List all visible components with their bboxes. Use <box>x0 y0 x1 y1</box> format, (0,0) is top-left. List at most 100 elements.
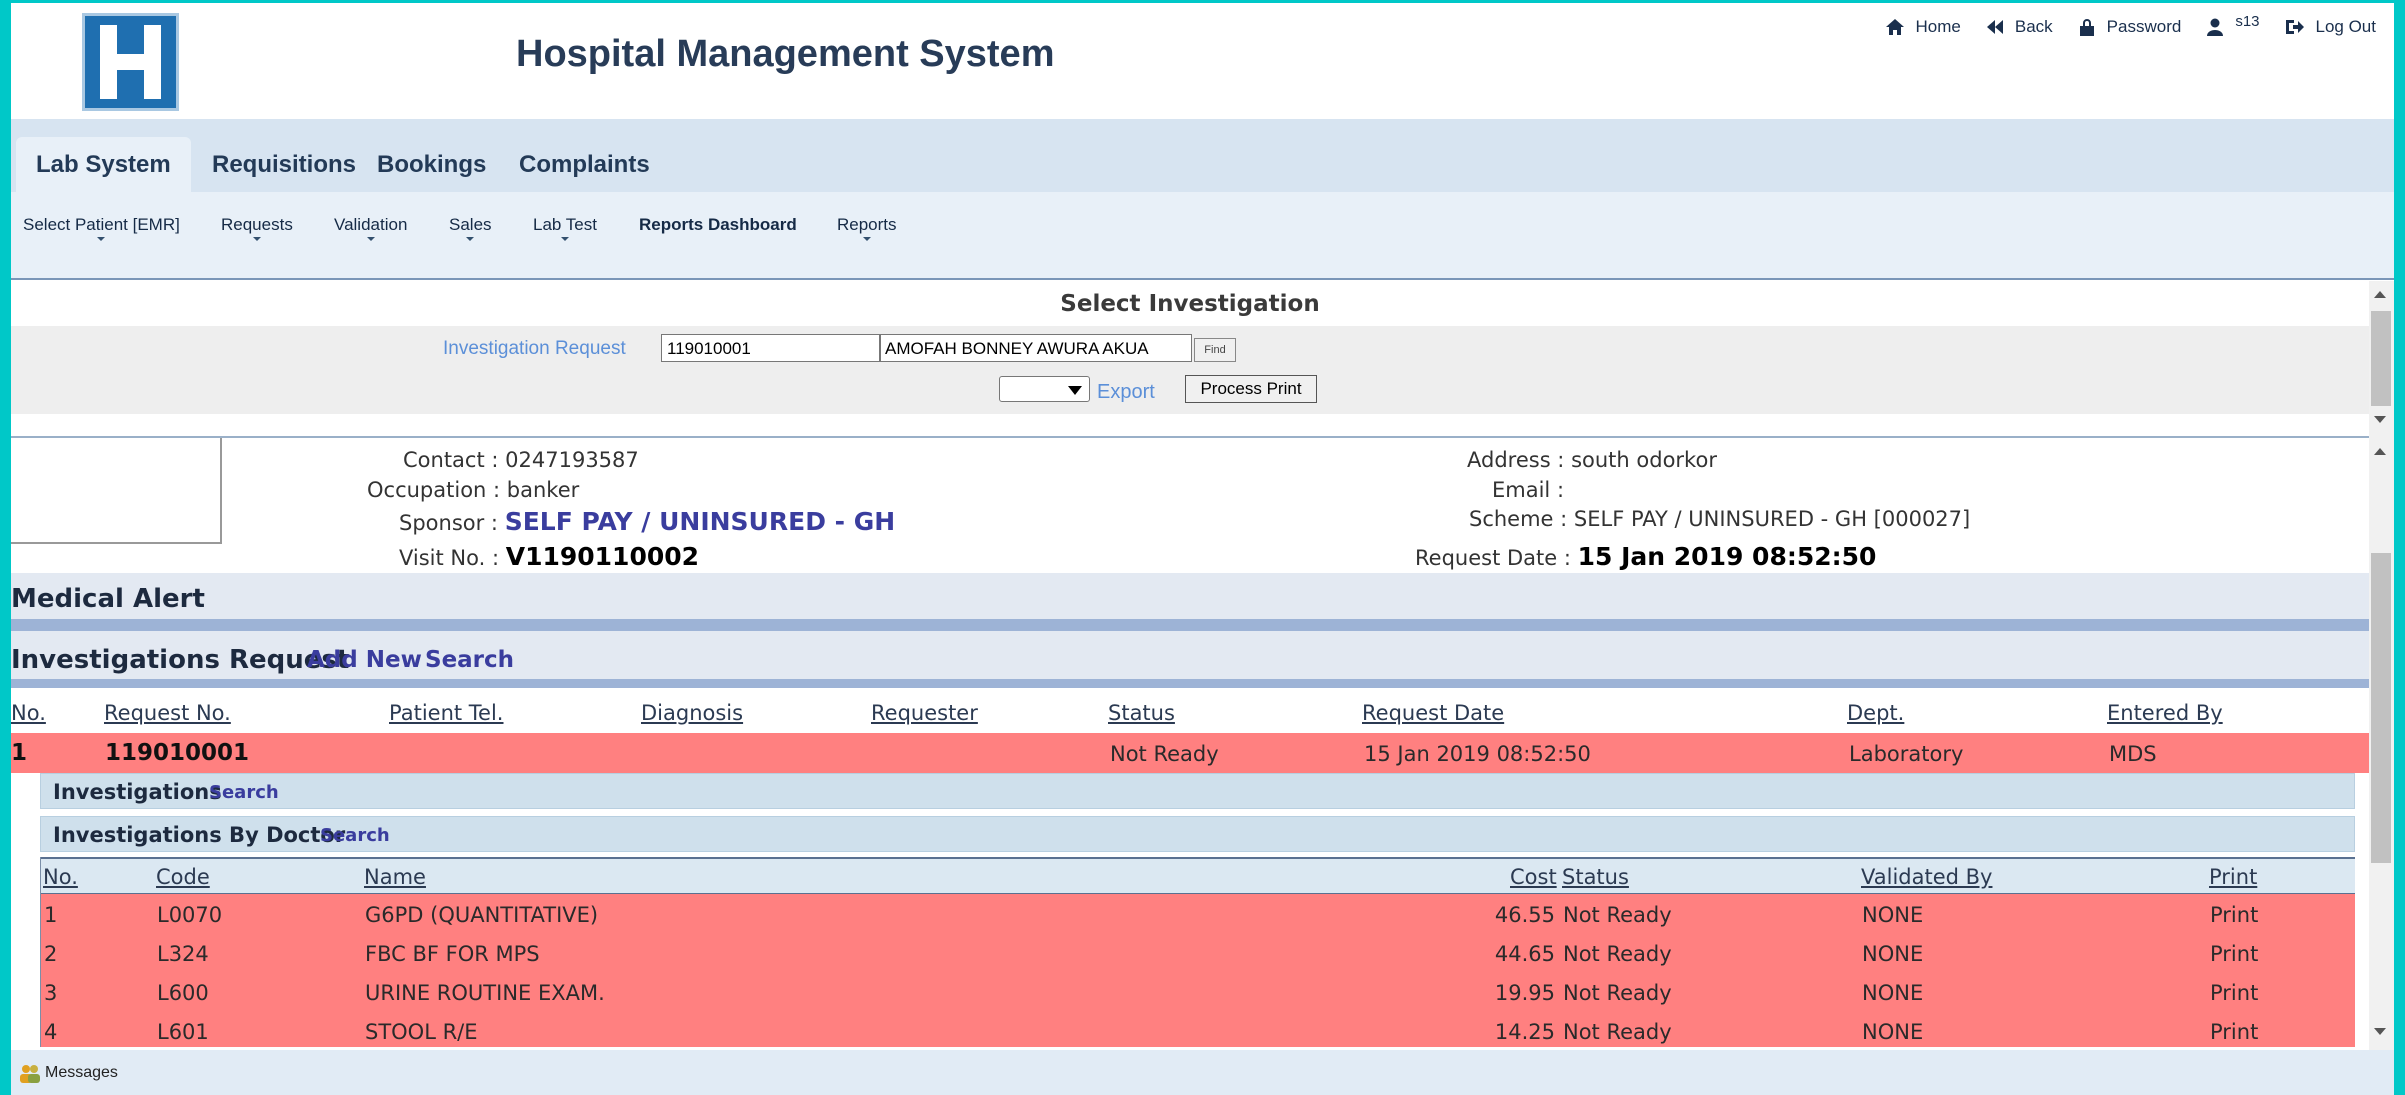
table-row[interactable]: 1 L0070 G6PD (QUANTITATIVE) 46.55 Not Re… <box>41 894 2355 933</box>
contact-field: Contact : 0247193587 <box>403 448 639 472</box>
logout-label: Log Out <box>2315 17 2377 36</box>
logout-link[interactable]: Log Out <box>2285 17 2377 37</box>
user-menu[interactable]: s13 <box>2207 13 2260 36</box>
cell-code: L324 <box>157 942 209 966</box>
export-select[interactable] <box>999 376 1090 402</box>
cell-no: 1 <box>11 740 28 766</box>
cell-status: Not Ready <box>1563 903 1672 927</box>
messages-button[interactable]: Messages <box>19 1063 118 1083</box>
main-tab-bar: Lab System Requisitions Bookings Complai… <box>11 119 2394 192</box>
user-icon <box>2207 18 2224 36</box>
tab-requisitions[interactable]: Requisitions <box>192 137 376 192</box>
subtab-lab-test[interactable]: Lab Test <box>533 215 597 241</box>
tab-lab-system[interactable]: Lab System <box>16 137 191 192</box>
print-link[interactable]: Print <box>2210 903 2258 927</box>
column-header-status[interactable]: Status <box>1562 865 1629 889</box>
subtab-select-patient[interactable]: Select Patient [EMR] <box>23 215 180 241</box>
sponsor-field: Sponsor : SELF PAY / UNINSURED - GH <box>399 507 895 536</box>
subtab-label: Sales <box>449 215 492 234</box>
chevron-down-icon <box>252 237 261 241</box>
password-label: Password <box>2106 17 2182 36</box>
column-header-entered-by[interactable]: Entered By <box>2107 701 2223 725</box>
subtab-sales[interactable]: Sales <box>449 215 492 241</box>
find-button[interactable]: Find <box>1194 338 1236 362</box>
process-print-button[interactable]: Process Print <box>1185 375 1317 403</box>
export-row: Export Process Print <box>11 370 2369 414</box>
search-link[interactable]: Search <box>425 647 514 673</box>
top-scrollbar[interactable] <box>2369 281 2394 436</box>
scroll-up-icon[interactable] <box>2374 448 2386 455</box>
address-label: Address : <box>1467 448 1565 472</box>
investigations-by-doctor-title: Investigations By Doctor <box>53 823 346 847</box>
patient-photo <box>11 438 222 544</box>
investigations-by-doctor-search-link[interactable]: Search <box>320 825 390 846</box>
column-header-no[interactable]: No. <box>11 701 46 725</box>
back-icon <box>1986 20 2003 34</box>
column-header-validated-by[interactable]: Validated By <box>1861 865 1992 889</box>
scroll-up-icon[interactable] <box>2374 291 2386 298</box>
column-header-request-no[interactable]: Request No. <box>104 701 231 725</box>
header: Hospital Management System Home Back Pas… <box>11 3 2394 119</box>
back-link[interactable]: Back <box>1986 17 2053 37</box>
request-date-field: Request Date : 15 Jan 2019 08:52:50 <box>1415 542 1876 571</box>
print-link[interactable]: Print <box>2210 981 2258 1005</box>
home-link[interactable]: Home <box>1885 17 1961 37</box>
column-header-dept[interactable]: Dept. <box>1847 701 1904 725</box>
column-header-requester[interactable]: Requester <box>871 701 978 725</box>
tab-bookings[interactable]: Bookings <box>357 137 506 192</box>
cell-name: G6PD (QUANTITATIVE) <box>365 903 599 927</box>
back-label: Back <box>2014 17 2053 36</box>
scroll-down-icon[interactable] <box>2374 1028 2386 1035</box>
scrollbar-thumb[interactable] <box>2371 311 2391 406</box>
subtab-label: Lab Test <box>533 215 597 234</box>
password-link[interactable]: Password <box>2079 17 2182 37</box>
table-row[interactable]: 2 L324 FBC BF FOR MPS 44.65 Not Ready NO… <box>41 933 2355 972</box>
investigations-by-doctor-header: Investigations By Doctor Search <box>40 816 2355 852</box>
table-row[interactable]: 3 L600 URINE ROUTINE EXAM. 19.95 Not Rea… <box>41 972 2355 1011</box>
messages-label: Messages <box>45 1064 118 1081</box>
cell-request-no[interactable]: 119010001 <box>105 740 249 766</box>
subtab-reports[interactable]: Reports <box>837 215 897 241</box>
subtab-label: Select Patient [EMR] <box>23 215 180 234</box>
chevron-down-icon <box>366 237 375 241</box>
subtab-requests[interactable]: Requests <box>221 215 293 241</box>
cell-request-date: 15 Jan 2019 08:52:50 <box>1364 742 1591 766</box>
investigations-search-link[interactable]: Search <box>209 782 279 803</box>
column-header-patient-tel[interactable]: Patient Tel. <box>389 701 504 725</box>
cell-code: L600 <box>157 981 209 1005</box>
print-link[interactable]: Print <box>2210 942 2258 966</box>
sponsor-label: Sponsor : <box>399 511 498 535</box>
cell-cost: 46.55 <box>1494 903 1555 927</box>
cell-validated-by: NONE <box>1862 981 1924 1005</box>
scroll-down-icon[interactable] <box>2374 416 2386 423</box>
column-header-request-date[interactable]: Request Date <box>1362 701 1504 725</box>
column-header-code[interactable]: Code <box>156 865 210 889</box>
column-header-no[interactable]: No. <box>43 865 78 889</box>
scrollbar-thumb[interactable] <box>2371 553 2391 863</box>
patient-name-input[interactable]: AMOFAH BONNEY AWURA AKUA <box>880 334 1192 362</box>
print-link[interactable]: Print <box>2210 1020 2258 1044</box>
subtab-reports-dashboard[interactable]: Reports Dashboard <box>639 215 797 235</box>
subtab-label: Reports Dashboard <box>639 215 797 234</box>
username: s13 <box>2235 12 2260 30</box>
add-new-link[interactable]: Add New <box>307 647 422 673</box>
column-header-status[interactable]: Status <box>1108 701 1175 725</box>
column-header-print[interactable]: Print <box>2209 865 2257 889</box>
column-header-cost[interactable]: Cost <box>1510 865 1557 889</box>
hospital-logo[interactable] <box>82 13 179 111</box>
table-row[interactable]: 1 119010001 Not Ready 15 Jan 2019 08:52:… <box>11 733 2369 773</box>
contact-value: 0247193587 <box>505 448 639 472</box>
tab-complaints[interactable]: Complaints <box>499 137 670 192</box>
column-header-name[interactable]: Name <box>364 865 426 889</box>
export-link[interactable]: Export <box>1097 381 1169 404</box>
investigations-title: Investigations <box>53 780 222 804</box>
select-investigation-title: Select Investigation <box>1060 291 1320 317</box>
column-header-diagnosis[interactable]: Diagnosis <box>641 701 743 725</box>
subtab-label: Reports <box>837 215 897 234</box>
subtab-validation[interactable]: Validation <box>334 215 407 241</box>
cell-validated-by: NONE <box>1862 942 1924 966</box>
cell-cost: 44.65 <box>1494 942 1555 966</box>
request-number-input[interactable]: 119010001 <box>661 334 880 362</box>
table-row[interactable]: 4 L601 STOOL R/E 14.25 Not Ready NONE Pr… <box>41 1011 2355 1047</box>
content-scrollbar[interactable] <box>2369 436 2394 1050</box>
